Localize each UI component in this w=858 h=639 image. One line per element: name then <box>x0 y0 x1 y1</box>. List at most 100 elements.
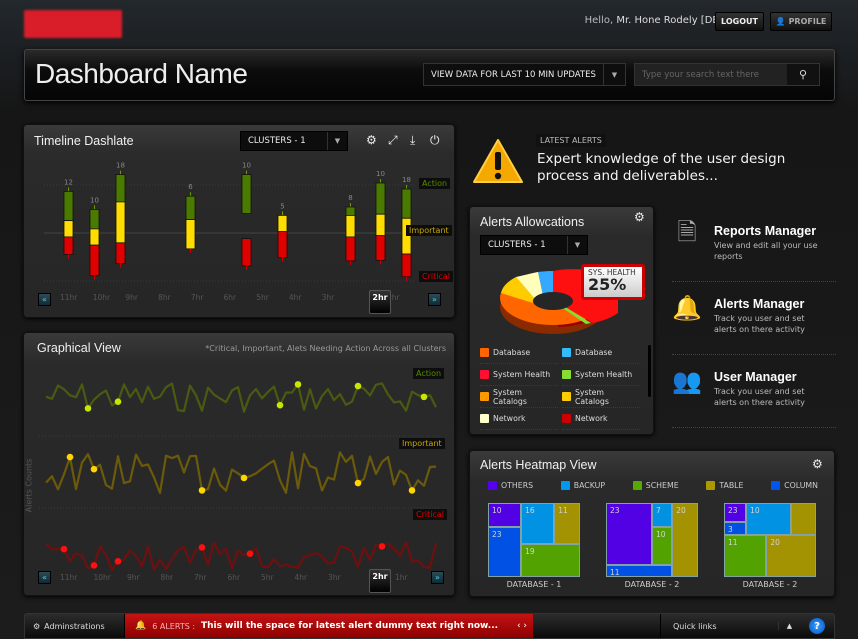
search-icon[interactable]: ⚲ <box>787 64 819 85</box>
legend-swatch <box>706 481 716 490</box>
legend-item[interactable]: System Catalogs <box>480 386 558 408</box>
manager-item[interactable]: 👥 User Manager Track you user and set aler… <box>672 356 836 428</box>
critical-point[interactable] <box>378 543 386 550</box>
brand-logo[interactable] <box>24 10 122 38</box>
heatmap-legend-item: OTHERS <box>488 481 533 490</box>
legend-label: COLUMN <box>784 481 818 490</box>
treemap-cell[interactable]: 11 <box>606 565 673 577</box>
latest-alert-text[interactable]: Expert knowledge of the user design proc… <box>537 151 797 185</box>
treemap-cell[interactable]: 23 <box>724 503 747 523</box>
treemap-cell[interactable]: 10 <box>488 503 522 527</box>
scroll-right-button[interactable]: » <box>431 571 444 584</box>
action-point[interactable] <box>420 393 428 401</box>
timeline-bar[interactable]: 12 <box>63 178 74 259</box>
chevron-up-icon[interactable]: ▲ <box>778 622 800 630</box>
treemap-cell[interactable] <box>791 503 816 535</box>
logout-button[interactable]: LOGOUT <box>715 12 764 31</box>
timeline-bar[interactable]: 10 <box>375 170 386 265</box>
critical-point[interactable] <box>114 558 122 565</box>
legend-label: System Catalogs <box>492 387 527 406</box>
legend-item[interactable]: Database <box>562 342 640 364</box>
view-data-select[interactable]: VIEW DATA FOR LAST 10 MIN UPDATES ▼ <box>423 63 626 86</box>
action-point[interactable] <box>276 401 284 409</box>
bar-segment-action <box>89 209 100 230</box>
treemap-cell[interactable]: 3 <box>724 522 747 535</box>
scroll-left-button[interactable]: « <box>38 293 51 306</box>
treemap-cell[interactable]: 7 <box>652 503 673 527</box>
timeline-bar[interactable]: 10 <box>241 162 252 270</box>
treemap-cell[interactable]: 10 <box>652 526 673 566</box>
chevron-down-icon[interactable]: ▼ <box>567 236 587 254</box>
manager-title[interactable]: Reports Manager <box>714 224 816 238</box>
timeline-bar[interactable]: 5 <box>277 202 288 262</box>
action-point[interactable] <box>114 398 122 406</box>
important-point[interactable] <box>198 487 206 494</box>
treemap-cell[interactable]: 20 <box>766 534 816 577</box>
critical-point[interactable] <box>90 562 98 569</box>
important-point[interactable] <box>354 479 362 487</box>
treemap-cell[interactable]: 19 <box>521 543 580 577</box>
timeline-bar[interactable]: 6 <box>185 183 196 253</box>
gear-icon[interactable]: ⚙ <box>812 457 823 471</box>
timeline-bar[interactable]: 8 <box>345 194 356 265</box>
legend-item[interactable]: System Health <box>480 364 558 386</box>
critical-point[interactable] <box>60 545 68 553</box>
time-slider-handle[interactable]: 2hr <box>369 290 391 314</box>
legend-item[interactable]: System Health <box>562 364 640 386</box>
gear-icon[interactable]: ⚙ <box>366 133 377 147</box>
allocations-cluster-select[interactable]: CLUSTERS - 1 ▼ <box>480 235 588 255</box>
scroll-right-button[interactable]: » <box>428 293 441 306</box>
important-point[interactable] <box>240 474 248 482</box>
quick-links-select[interactable]: Quick links ▲ <box>660 614 800 638</box>
heatmap-panel: Alerts Heatmap View ⚙ OTHERS BACKUP SCHEME… <box>469 450 835 597</box>
action-point[interactable] <box>294 381 302 388</box>
chevron-down-icon[interactable]: ▼ <box>327 132 347 150</box>
x-tick-label: 5hr <box>261 573 274 582</box>
treemap-cell[interactable]: 23 <box>606 503 652 566</box>
timeline-bar[interactable]: 10 <box>89 196 100 280</box>
legend-item[interactable]: Database <box>480 342 558 364</box>
action-point[interactable] <box>84 405 92 412</box>
manager-title[interactable]: Alerts Manager <box>714 297 804 311</box>
quick-links-label: Quick links <box>673 621 717 631</box>
treemap-label: DATABASE - 2 <box>624 580 680 589</box>
timeline-cluster-select[interactable]: CLUSTERS - 1 ▼ <box>240 131 348 151</box>
treemap-cell[interactable]: 11 <box>724 534 767 577</box>
manager-item[interactable]: 🔔 Alerts Manager Track you user and set al… <box>672 283 836 355</box>
scroll-left-button[interactable]: « <box>38 571 51 584</box>
footer-bar: ⚙ Adminstrations 🔔 6 ALERTS : This will t… <box>24 613 835 639</box>
legend-label: Network <box>575 414 608 423</box>
treemap-cell[interactable]: 16 <box>521 503 555 544</box>
search-input[interactable] <box>635 64 787 85</box>
critical-point[interactable] <box>246 550 254 558</box>
action-point[interactable] <box>354 382 362 390</box>
ticker-prev-next[interactable]: ‹ › <box>517 621 533 631</box>
administrations-button[interactable]: ⚙ Adminstrations <box>25 614 125 638</box>
legend-item[interactable]: System Catalogs <box>562 386 640 408</box>
legend-item[interactable]: Network <box>480 408 558 430</box>
treemap-cell[interactable]: 20 <box>672 503 698 577</box>
chevron-down-icon[interactable]: ▼ <box>603 64 625 85</box>
download-icon[interactable]: ⤓ <box>410 133 415 148</box>
profile-button[interactable]: 👤 PROFILE <box>770 12 832 31</box>
expand-icon[interactable]: ⤢ <box>388 133 398 148</box>
alerts-ticker[interactable]: 🔔 6 ALERTS : This will the space for lat… <box>125 614 533 638</box>
legend-item[interactable]: Network <box>562 408 640 430</box>
bar-segment-action <box>115 174 126 203</box>
important-point[interactable] <box>90 465 98 473</box>
critical-point[interactable] <box>198 544 206 551</box>
help-button[interactable]: ? <box>800 614 834 638</box>
manager-item[interactable]: 🗎 Reports Manager View and edit all your u… <box>672 210 836 282</box>
power-icon[interactable]: ⏻ <box>430 133 440 148</box>
important-point[interactable] <box>408 487 416 494</box>
important-point[interactable] <box>66 453 74 461</box>
logout-label: LOGOUT <box>721 17 758 26</box>
treemap-cell[interactable]: 23 <box>488 526 522 577</box>
legend-scrollbar[interactable] <box>648 345 651 397</box>
timeline-bar[interactable]: 18 <box>115 162 126 268</box>
treemap-cell[interactable]: 11 <box>554 503 580 544</box>
manager-title[interactable]: User Manager <box>714 370 797 384</box>
gear-icon[interactable]: ⚙ <box>634 210 645 224</box>
time-slider-handle[interactable]: 2hr <box>369 569 391 593</box>
treemap-cell[interactable]: 10 <box>746 503 792 535</box>
